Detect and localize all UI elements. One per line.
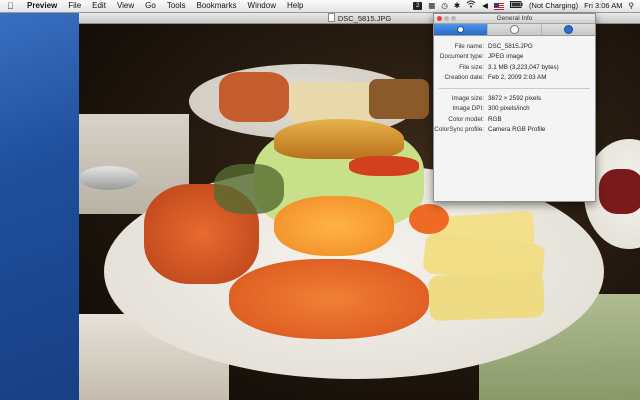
pickles [214,164,284,214]
tomato-slice [349,156,419,176]
menu-app-preview[interactable]: Preview [27,0,57,12]
spoon [79,166,139,190]
info-value: DSC_5815.JPG [488,43,533,50]
tab-general-info[interactable] [434,24,488,35]
wifi-icon[interactable] [466,0,476,12]
background-bread [289,82,379,122]
menu-tools[interactable]: Tools [167,0,186,12]
time-machine-icon[interactable]: ◷ [441,0,448,12]
info-label: File name: [454,43,484,50]
minimize-button[interactable] [444,16,449,21]
info-label: ColorSync profile: [434,126,484,134]
battery-icon[interactable] [509,0,523,12]
window-title: DSC_5815.JPG [337,14,392,23]
info-row-document-type: Document type: JPEG image [434,52,595,62]
info-label: Creation date: [444,73,484,81]
info-row-file-size: File size: 3.1 MB (3,223,047 bytes) [434,63,595,73]
apple-menu-icon[interactable]:  [7,0,14,12]
info-row-image-dpi: Image DPI: 300 pixels/inch [434,104,595,114]
info-row-file-name: File name: DSC_5815.JPG [434,42,595,52]
info-value: 300 pixels/inch [488,105,530,113]
info-label: Color model: [448,115,484,123]
menu-edit[interactable]: Edit [92,0,106,12]
info-value: 3872 × 2592 pixels [488,95,542,103]
volume-icon[interactable]: ◀ [482,0,488,12]
keywords-icon [510,25,519,34]
desktop-background [0,13,80,400]
info-row-image-size: Image size: 3872 × 2592 pixels [434,94,595,104]
inspector-panel: General Info File name: DSC_5815.JPG Doc… [433,13,596,202]
menu-bookmarks[interactable]: Bookmarks [197,0,237,12]
status-area: 2 ▦ ◷ ✱ ◀ (Not Charging) Fri 3:06 AM ⚲ [413,0,634,12]
status-grid-icon[interactable]: ▦ [428,0,435,12]
info-row-colorsync-profile: ColorSync profile: Camera RGB Profile [434,125,595,135]
menu-view[interactable]: View [117,0,134,12]
sandwich-bun [274,119,404,159]
search-icon [564,25,573,34]
info-value: RGB [488,115,502,123]
inspector-titlebar[interactable]: General Info [434,14,595,24]
info-label: Image DPI: [452,105,485,113]
menu-bar:  Preview File Edit View Go Tools Bookma… [0,0,640,13]
close-button[interactable] [437,16,442,21]
inspector-body: File name: DSC_5815.JPG Document type: J… [434,36,595,135]
status-app-badge[interactable]: 2 [413,2,423,10]
input-source-flag-icon[interactable] [493,2,504,10]
menu-window[interactable]: Window [248,0,276,12]
zoom-button[interactable] [451,16,456,21]
info-row-creation-date: Creation date: Feb 2, 2009 2:03 AM [434,73,595,83]
inspector-title: General Info [496,15,533,22]
salmon-salad [229,259,429,339]
battery-status-text[interactable]: (Not Charging) [529,0,578,12]
menu-list: Preview File Edit View Go Tools Bookmark… [27,0,303,12]
cheese-slice-3 [428,272,545,321]
bluetooth-icon[interactable]: ✱ [454,0,460,12]
info-label: Image size: [451,95,484,103]
background-bread-dark [369,79,429,119]
divider [439,88,590,90]
info-label: Document type: [439,53,484,61]
clock[interactable]: Fri 3:06 AM [584,0,622,12]
spotlight-icon[interactable]: ⚲ [629,0,635,12]
info-value: 3.1 MB (3,223,047 bytes) [488,63,559,71]
info-label: File size: [459,63,484,71]
menu-help[interactable]: Help [287,0,303,12]
menu-go[interactable]: Go [145,0,156,12]
info-value: Feb 2, 2009 2:03 AM [488,73,547,81]
inspector-tabs [434,24,595,36]
tab-search[interactable] [542,24,595,35]
info-value: JPEG image [488,53,524,61]
background-food [219,72,289,122]
info-row-color-model: Color model: RGB [434,115,595,125]
menu-file[interactable]: File [68,0,81,12]
tab-keywords[interactable] [488,24,542,35]
orange-slices [274,196,394,256]
info-value: Camera RGB Profile [488,126,546,134]
orange-wedge [409,204,449,234]
info-icon [457,26,464,33]
side-plate-food [599,169,640,214]
document-proxy-icon[interactable] [327,13,335,22]
